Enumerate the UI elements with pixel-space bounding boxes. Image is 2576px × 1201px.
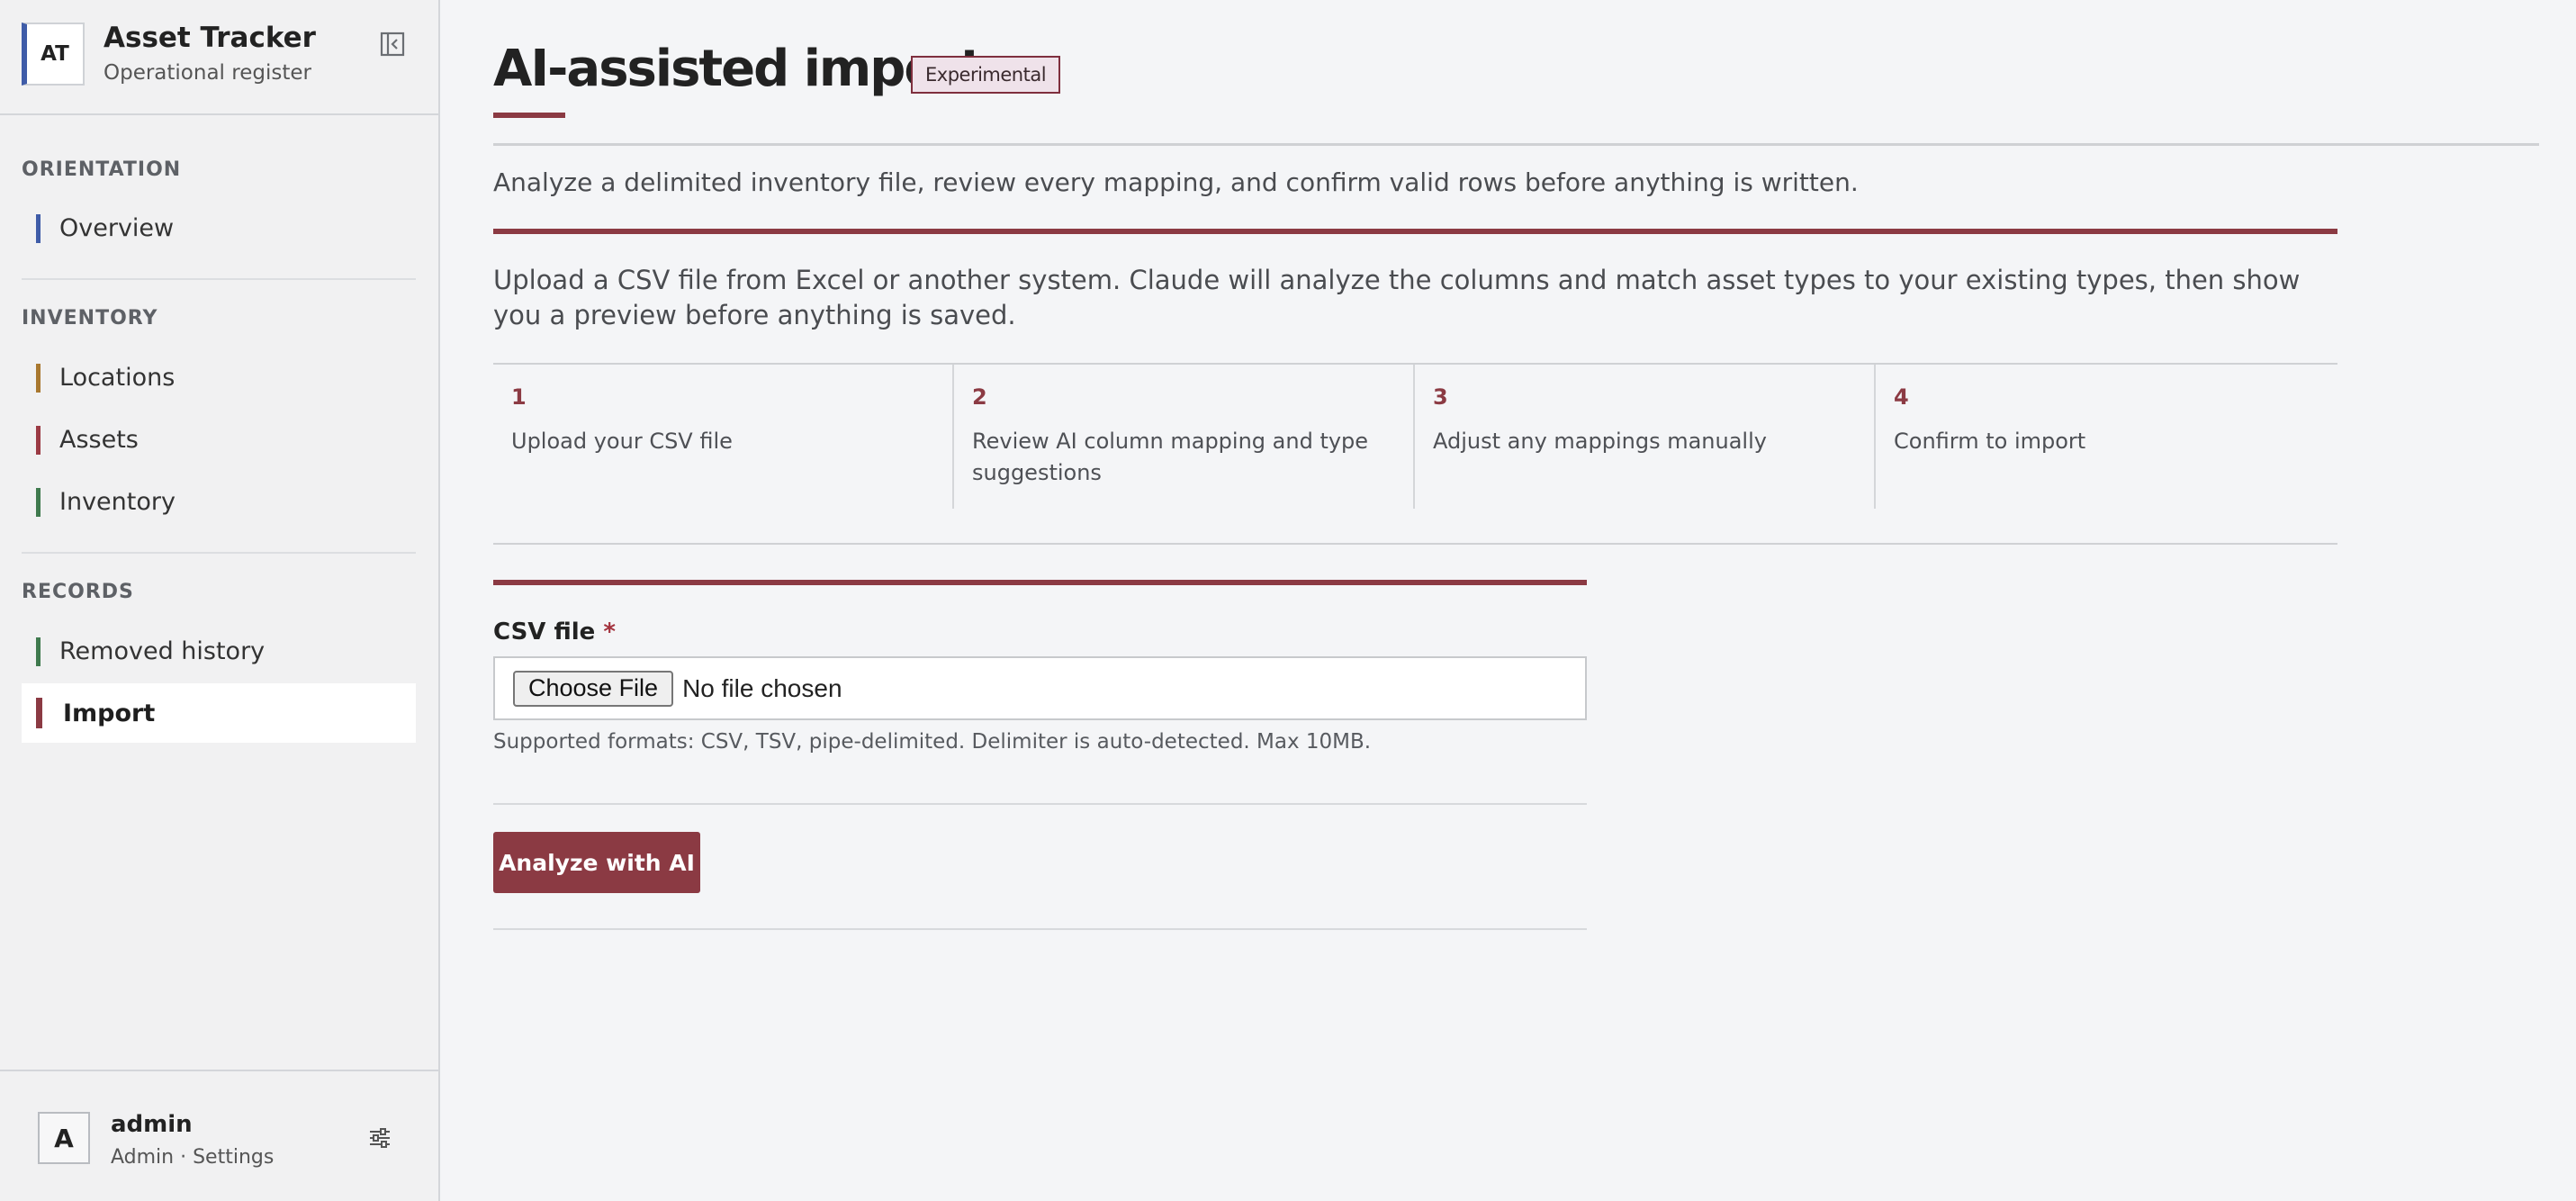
step-2: 2 Review AI column mapping and type sugg… [954,365,1415,509]
sidebar-item-label: Import [63,699,156,727]
form-accent-bar [493,580,1587,585]
csv-file-label-text: CSV file [493,619,596,646]
nav-accent-bar [36,698,42,728]
page-lede: Analyze a delimited inventory file, revi… [493,167,1859,197]
nav-accent-bar [36,426,41,455]
sidebar-item-label: Assets [59,425,139,454]
required-mark: * [603,619,616,646]
analyze-with-ai-button[interactable]: Analyze with AI [493,832,700,893]
step-1: 1 Upload your CSV file [493,365,954,509]
title-divider [493,143,2539,146]
sidebar: AT Asset Tracker Operational register OR… [0,0,440,1201]
step-text: Adjust any mappings manually [1433,429,1767,454]
brand-header: AT Asset Tracker Operational register [0,0,438,115]
collapse-sidebar-icon[interactable] [378,30,407,59]
nav-accent-bar [36,488,41,517]
sidebar-item-import[interactable]: Import [22,683,416,743]
step-text: Review AI column mapping and type sugges… [972,429,1369,485]
title-accent-bar [493,113,565,118]
nav-accent-bar [36,214,41,243]
intro-text: Upload a CSV file from Excel or another … [493,265,2301,330]
nav-accent-bar [36,364,41,393]
brand-logo: AT [22,23,85,86]
step-3: 3 Adjust any mappings manually [1415,365,1876,509]
sidebar-item-label: Locations [59,363,176,392]
sidebar-item-overview[interactable]: Overview [22,198,416,257]
settings-sliders-icon[interactable] [367,1125,392,1151]
user-name: admin [111,1111,193,1138]
step-text: Upload your CSV file [511,429,733,454]
choose-file-button[interactable]: Choose File [513,670,674,707]
step-number: 3 [1433,384,1448,410]
user-meta[interactable]: Admin · Settings [111,1146,274,1169]
sidebar-item-label: Removed history [59,637,266,665]
nav-group-inventory: INVENTORY [22,307,158,330]
page-title: AI-assisted import [493,40,984,98]
section-accent-bar [493,229,2337,234]
step-number: 2 [972,384,987,410]
sidebar-item-label: Overview [59,213,175,242]
step-number: 1 [511,384,527,410]
step-text: Confirm to import [1894,429,2086,454]
nav-group-records: RECORDS [22,581,134,603]
sidebar-item-inventory[interactable]: Inventory [22,472,416,531]
nav-group-orientation: ORIENTATION [22,158,182,181]
nav-accent-bar [36,637,41,666]
user-panel: A admin Admin · Settings [0,1070,438,1201]
csv-file-input[interactable]: Choose File No file chosen [493,656,1587,720]
sidebar-item-assets[interactable]: Assets [22,410,416,469]
experimental-badge: Experimental [911,56,1061,94]
step-number: 4 [1894,384,1909,410]
app-name: Asset Tracker [104,22,316,54]
nav-divider [22,552,416,554]
sidebar-item-locations[interactable]: Locations [22,348,416,407]
file-status: No file chosen [682,673,842,702]
sidebar-item-label: Inventory [59,487,176,516]
csv-file-label: CSV file * [493,619,616,646]
step-4: 4 Confirm to import [1876,365,2337,509]
file-format-hint: Supported formats: CSV, TSV, pipe-delimi… [493,730,1372,754]
import-steps: 1 Upload your CSV file 2 Review AI colum… [493,363,2337,545]
avatar[interactable]: A [38,1112,90,1164]
form-divider [493,803,1587,805]
form-divider [493,928,1587,930]
nav-divider [22,278,416,280]
sidebar-item-removed-history[interactable]: Removed history [22,621,416,681]
app-subtitle: Operational register [104,61,311,85]
main-content: AI-assisted import Experimental Analyze … [440,0,2576,1201]
